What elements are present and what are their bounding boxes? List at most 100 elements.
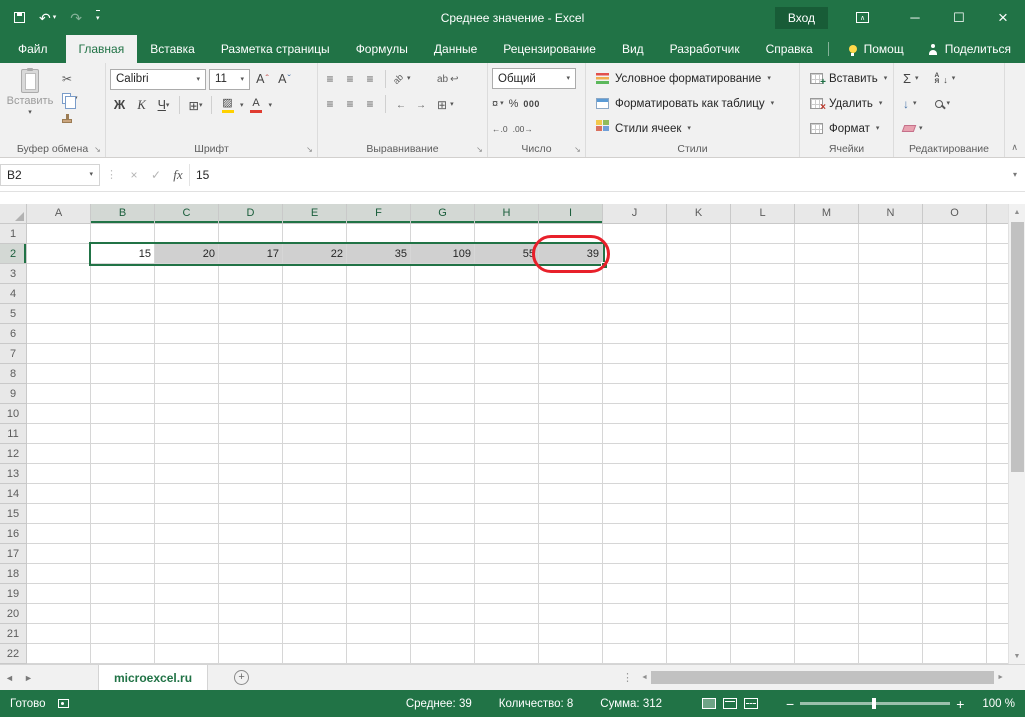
cell-i1[interactable] <box>539 224 603 244</box>
cell-o13[interactable] <box>923 464 987 484</box>
fill-button[interactable] <box>898 91 928 116</box>
cell-k4[interactable] <box>667 284 731 304</box>
column-header-n[interactable]: N <box>859 204 923 224</box>
cell-n13[interactable] <box>859 464 923 484</box>
row-header-3[interactable]: 3 <box>0 264 27 284</box>
cell-f9[interactable] <box>347 384 411 404</box>
cell-n19[interactable] <box>859 584 923 604</box>
cell-b6[interactable] <box>91 324 155 344</box>
cell-o15[interactable] <box>923 504 987 524</box>
cell-h22[interactable] <box>475 644 539 664</box>
cell-d4[interactable] <box>219 284 283 304</box>
cell-k17[interactable] <box>667 544 731 564</box>
cell-h16[interactable] <box>475 524 539 544</box>
cell-g4[interactable] <box>411 284 475 304</box>
cell-c20[interactable] <box>155 604 219 624</box>
cell-m8[interactable] <box>795 364 859 384</box>
page-layout-view-button[interactable] <box>723 698 737 709</box>
format-painter-button[interactable] <box>62 110 78 127</box>
cell-k13[interactable] <box>667 464 731 484</box>
scroll-up-button[interactable] <box>1014 204 1021 220</box>
cell-j22[interactable] <box>603 644 667 664</box>
cell-h2[interactable]: 55 <box>475 244 539 264</box>
cell-j7[interactable] <box>603 344 667 364</box>
row-header-15[interactable]: 15 <box>0 504 27 524</box>
status-sum[interactable]: Сумма: 312 <box>600 698 662 710</box>
row-header-14[interactable]: 14 <box>0 484 27 504</box>
cell-c22[interactable] <box>155 644 219 664</box>
cell-e20[interactable] <box>283 604 347 624</box>
cell-n15[interactable] <box>859 504 923 524</box>
cell-c3[interactable] <box>155 264 219 284</box>
format-as-table-button[interactable]: Форматировать как таблицу <box>590 91 795 116</box>
cell-o18[interactable] <box>923 564 987 584</box>
cell-b15[interactable] <box>91 504 155 524</box>
cell-c5[interactable] <box>155 304 219 324</box>
column-header-j[interactable]: J <box>603 204 667 224</box>
cell-j8[interactable] <box>603 364 667 384</box>
cell-k11[interactable] <box>667 424 731 444</box>
insert-cells-button[interactable]: Вставить <box>804 66 889 91</box>
cell-h15[interactable] <box>475 504 539 524</box>
cell-g2[interactable]: 109 <box>411 244 475 264</box>
cell-h6[interactable] <box>475 324 539 344</box>
cell-b8[interactable] <box>91 364 155 384</box>
cell-l22[interactable] <box>731 644 795 664</box>
cell-l3[interactable] <box>731 264 795 284</box>
cell-l8[interactable] <box>731 364 795 384</box>
column-header-a[interactable]: A <box>27 204 91 224</box>
cell-l10[interactable] <box>731 404 795 424</box>
cell-b13[interactable] <box>91 464 155 484</box>
new-sheet-button[interactable] <box>234 670 249 685</box>
cell-n16[interactable] <box>859 524 923 544</box>
cell-i12[interactable] <box>539 444 603 464</box>
italic-button[interactable]: К <box>132 95 151 115</box>
cell-f4[interactable] <box>347 284 411 304</box>
cell-k21[interactable] <box>667 624 731 644</box>
borders-button[interactable]: ⊞ <box>186 95 205 115</box>
cell-b19[interactable] <box>91 584 155 604</box>
row-header-11[interactable]: 11 <box>0 424 27 444</box>
cell-i18[interactable] <box>539 564 603 584</box>
cut-button[interactable]: ✂ <box>62 70 78 87</box>
cell-o6[interactable] <box>923 324 987 344</box>
font-name-select[interactable]: Calibri <box>110 69 206 90</box>
cell-h19[interactable] <box>475 584 539 604</box>
cell-n20[interactable] <box>859 604 923 624</box>
cell-e8[interactable] <box>283 364 347 384</box>
cell-l9[interactable] <box>731 384 795 404</box>
cell-h7[interactable] <box>475 344 539 364</box>
cell-g18[interactable] <box>411 564 475 584</box>
cell-d6[interactable] <box>219 324 283 344</box>
decrease-font-size-button[interactable]: А <box>275 69 294 89</box>
cell-e6[interactable] <box>283 324 347 344</box>
collapse-ribbon-button[interactable] <box>1011 142 1018 153</box>
cell-b10[interactable] <box>91 404 155 424</box>
row-header-7[interactable]: 7 <box>0 344 27 364</box>
find-select-button[interactable] <box>930 91 961 116</box>
cell-g5[interactable] <box>411 304 475 324</box>
cell-m17[interactable] <box>795 544 859 564</box>
font-size-select[interactable]: 11 <box>209 69 250 90</box>
cell-g22[interactable] <box>411 644 475 664</box>
cell-j18[interactable] <box>603 564 667 584</box>
cell-f10[interactable] <box>347 404 411 424</box>
cell-a5[interactable] <box>27 304 91 324</box>
cell-n2[interactable] <box>859 244 923 264</box>
cell-j21[interactable] <box>603 624 667 644</box>
cell-a14[interactable] <box>27 484 91 504</box>
column-header-m[interactable]: M <box>795 204 859 224</box>
cell-f14[interactable] <box>347 484 411 504</box>
cell-m14[interactable] <box>795 484 859 504</box>
cell-b21[interactable] <box>91 624 155 644</box>
cell-d22[interactable] <box>219 644 283 664</box>
cell-n7[interactable] <box>859 344 923 364</box>
row-header-22[interactable]: 22 <box>0 644 27 664</box>
cell-c7[interactable] <box>155 344 219 364</box>
confirm-entry-button[interactable]: ✓ <box>145 164 167 186</box>
cell-i22[interactable] <box>539 644 603 664</box>
cell-h10[interactable] <box>475 404 539 424</box>
cell-e12[interactable] <box>283 444 347 464</box>
cell-l20[interactable] <box>731 604 795 624</box>
cell-n1[interactable] <box>859 224 923 244</box>
